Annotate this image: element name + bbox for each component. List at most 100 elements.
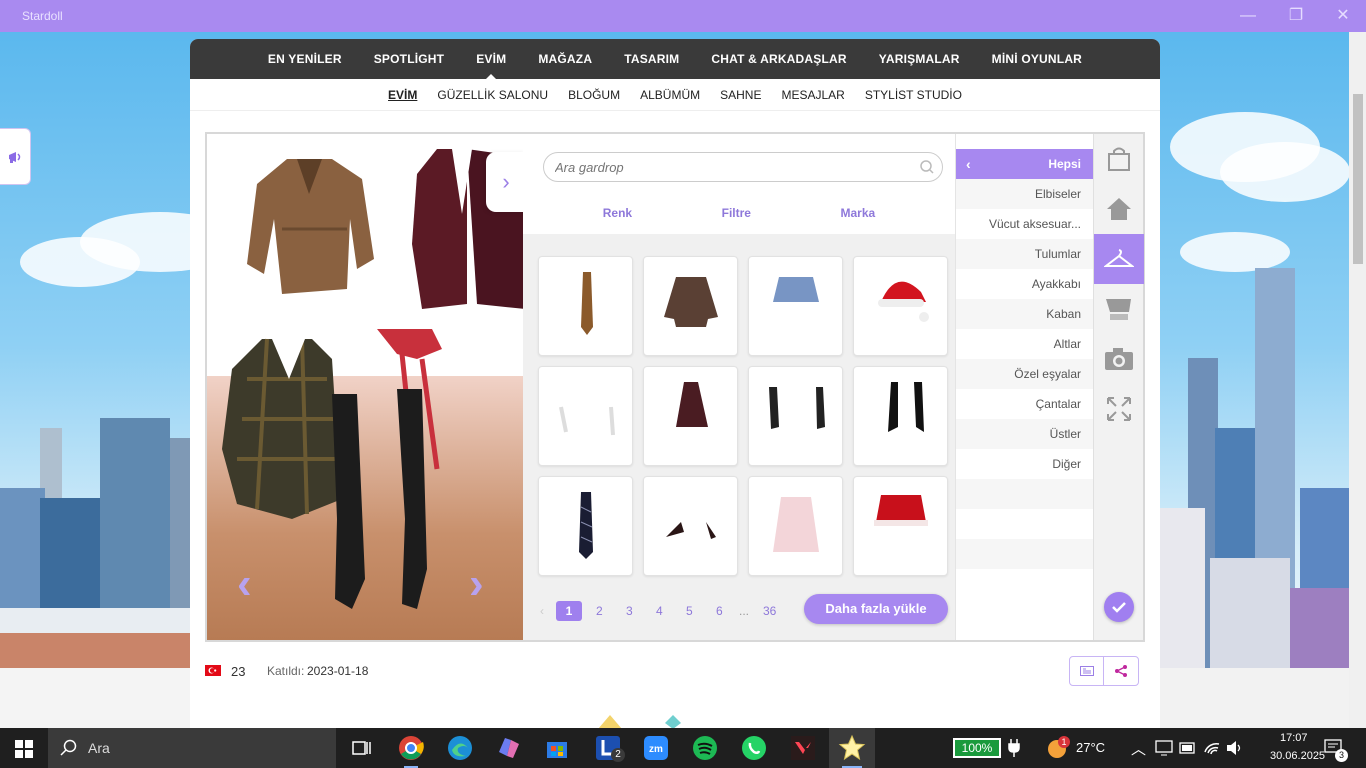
category-kaban[interactable]: Kaban: [956, 299, 1093, 329]
nav-en-yeniler[interactable]: EN YENİLER: [252, 52, 358, 66]
chevron-right-icon: ›: [502, 169, 510, 194]
hanger-icon: [1104, 249, 1134, 267]
maximize-icon[interactable]: ❐: [1285, 6, 1307, 26]
category-tulumlar[interactable]: Tulumlar: [956, 239, 1093, 269]
display-settings-icon[interactable]: [1155, 740, 1173, 756]
close-icon[interactable]: ✕: [1332, 6, 1354, 26]
chrome-icon[interactable]: [397, 734, 425, 762]
share-button[interactable]: [1104, 657, 1138, 685]
spotify-icon[interactable]: [691, 734, 719, 762]
edge-icon[interactable]: [446, 734, 474, 762]
wardrobe-item-boots-black[interactable]: [853, 366, 948, 466]
page-2[interactable]: 2: [596, 604, 603, 618]
color-filter-button[interactable]: Renk: [603, 206, 632, 220]
wardrobe-search-input[interactable]: [543, 152, 943, 182]
valorant-icon[interactable]: [789, 734, 817, 762]
window-titlebar: Stardoll — ❐ ✕: [0, 0, 1366, 32]
wardrobe-button[interactable]: [1094, 234, 1144, 284]
fullscreen-button[interactable]: [1094, 384, 1144, 434]
category-hepsi[interactable]: ‹ Hepsi: [956, 149, 1093, 179]
confirm-button[interactable]: [1104, 592, 1134, 622]
nav-chat-arkadaslar[interactable]: CHAT & ARKADAŞLAR: [695, 52, 862, 66]
page-5[interactable]: 5: [686, 604, 693, 618]
brand-filter-button[interactable]: Marka: [841, 206, 876, 220]
brown-leather-jacket-image[interactable]: [242, 149, 377, 299]
subnav-evim[interactable]: EVİM: [378, 88, 427, 102]
category-cantalar[interactable]: Çantalar: [956, 389, 1093, 419]
toggle-wardrobe-button[interactable]: ›: [486, 152, 523, 212]
wifi-icon[interactable]: [1203, 740, 1221, 756]
clock-time[interactable]: 17:07: [1280, 732, 1308, 744]
nav-magaza[interactable]: MAĞAZA: [522, 52, 608, 66]
category-empty: [956, 479, 1093, 509]
nav-yarismalar[interactable]: YARIŞMALAR: [863, 52, 976, 66]
wardrobe-item-gloves-black[interactable]: [748, 366, 843, 466]
subnav-guzellik-salonu[interactable]: GÜZELLİK SALONU: [427, 88, 558, 102]
next-outfit-arrow[interactable]: ›: [469, 559, 484, 609]
home-button[interactable]: [1094, 184, 1144, 234]
wardrobe-item-skirt-red-santa[interactable]: [853, 476, 948, 576]
volume-icon[interactable]: [1226, 740, 1244, 756]
category-altlar[interactable]: Altlar: [956, 329, 1093, 359]
wardrobe-filters: Renk Filtre Marka: [523, 206, 955, 220]
subnav-sahne[interactable]: SAHNE: [710, 88, 771, 102]
scrollbar-thumb[interactable]: [1353, 94, 1363, 264]
page-1[interactable]: 1: [556, 601, 582, 621]
nav-spotlight[interactable]: SPOTLİGHT: [358, 52, 460, 66]
clock-date[interactable]: 30.06.2025: [1270, 750, 1325, 762]
wardrobe-item-necktie-striped[interactable]: [538, 476, 633, 576]
wardrobe-item-santa-hat[interactable]: [853, 256, 948, 356]
zoom-icon[interactable]: zm: [642, 734, 670, 762]
microsoft-store-icon[interactable]: [543, 734, 571, 762]
copilot-icon[interactable]: [495, 734, 523, 762]
category-vucut-aksesuar[interactable]: Vücut aksesuar...: [956, 209, 1093, 239]
category-ustler[interactable]: Üstler: [956, 419, 1093, 449]
cart-button[interactable]: [1094, 284, 1144, 334]
subnav-stylist-studio[interactable]: STYLİST STUDİO: [855, 88, 972, 102]
announcement-tab[interactable]: [0, 128, 31, 185]
page-scrollbar[interactable]: [1349, 32, 1366, 728]
nav-mini-oyunlar[interactable]: MİNİ OYUNLAR: [976, 52, 1098, 66]
shop-bag-button[interactable]: [1094, 134, 1144, 184]
previous-outfit-arrow[interactable]: ‹: [237, 559, 252, 609]
subnav-blogum[interactable]: BLOĞUM: [558, 88, 630, 102]
wardrobe-item-skirt-burgundy[interactable]: [643, 366, 738, 466]
wardrobe-item-heels-black[interactable]: [643, 476, 738, 576]
prev-page-icon[interactable]: ‹: [540, 604, 544, 618]
minimize-icon[interactable]: —: [1237, 6, 1259, 26]
weather-temperature[interactable]: 27°C: [1076, 740, 1105, 755]
camera-button[interactable]: [1094, 334, 1144, 384]
category-elbiseler[interactable]: Elbiseler: [956, 179, 1093, 209]
chevron-up-icon[interactable]: ︿: [1131, 738, 1146, 759]
wardrobe-item-jacket-brown[interactable]: [643, 256, 738, 356]
stardoll-taskbar-button[interactable]: [829, 728, 875, 768]
category-ayakkabi[interactable]: Ayakkabı: [956, 269, 1093, 299]
nav-evim[interactable]: EVİM: [460, 52, 522, 80]
subnav-mesajlar[interactable]: MESAJLAR: [771, 88, 854, 102]
load-more-button[interactable]: Daha fazla yükle: [804, 594, 948, 624]
page-6[interactable]: 6: [716, 604, 723, 618]
whatsapp-icon[interactable]: [740, 734, 768, 762]
search-icon[interactable]: [919, 159, 935, 175]
filter-button[interactable]: Filtre: [722, 206, 751, 220]
category-diger[interactable]: Diğer: [956, 449, 1093, 479]
task-view-icon[interactable]: [347, 734, 375, 762]
profile-card-button[interactable]: [1070, 657, 1105, 685]
page-3[interactable]: 3: [626, 604, 633, 618]
battery-indicator[interactable]: 100%: [953, 738, 1001, 758]
category-ozel-esyalar[interactable]: Özel eşyalar: [956, 359, 1093, 389]
wardrobe-item-skirt-denim[interactable]: [748, 256, 843, 356]
taskbar-search[interactable]: Ara: [48, 728, 336, 768]
subnav-albumum[interactable]: ALBÜMÜM: [630, 88, 710, 102]
page-4[interactable]: 4: [656, 604, 663, 618]
page-last[interactable]: 36: [763, 604, 776, 618]
wardrobe-item-tie-brown[interactable]: [538, 256, 633, 356]
checkmark-icon: [1112, 602, 1126, 613]
wardrobe-item-earrings-silver[interactable]: [538, 366, 633, 466]
sub-navigation: EVİM GÜZELLİK SALONU BLOĞUM ALBÜMÜM SAHN…: [190, 79, 1160, 111]
battery-icon[interactable]: [1179, 741, 1197, 755]
share-icon: [1115, 665, 1127, 677]
nav-tasarim[interactable]: TASARIM: [608, 52, 695, 66]
wardrobe-item-coat-pink-fur[interactable]: [748, 476, 843, 576]
windows-start-icon[interactable]: [15, 740, 33, 758]
